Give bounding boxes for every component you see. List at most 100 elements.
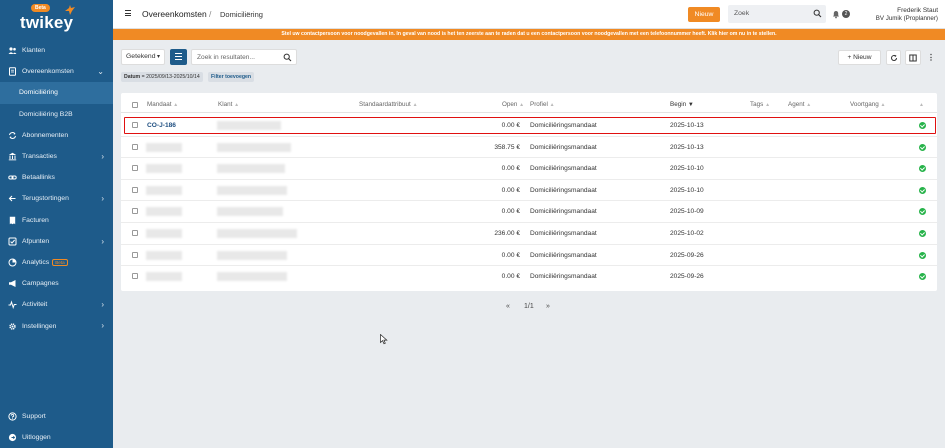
sidebar-item-analytics[interactable]: Analytics Beta xyxy=(0,252,113,273)
row-checkbox[interactable] xyxy=(132,273,138,280)
table-row[interactable]: 0.00 € Domiciliëringsmandaat 2025-09-26 xyxy=(121,266,937,288)
sidebar-item-support[interactable]: Support xyxy=(0,406,113,427)
sidebar-item-transacties[interactable]: Transacties › xyxy=(0,146,113,167)
row-highlight-box xyxy=(124,117,936,134)
customer-name-redacted[interactable] xyxy=(217,185,287,195)
table-row[interactable]: 358.75 € Domiciliëringsmandaat 2025-10-1… xyxy=(121,137,937,159)
twikey-logo[interactable]: Beta twikey xyxy=(20,4,100,36)
mandate-id-redacted[interactable] xyxy=(146,207,182,217)
sidebar-item-activiteit[interactable]: Activiteit › xyxy=(0,294,113,315)
bell-icon[interactable] xyxy=(831,9,841,19)
column-profiel[interactable]: Profiel ▲ xyxy=(530,101,555,108)
refresh-button[interactable] xyxy=(886,50,901,65)
sidebar-item-overeenkomsten[interactable]: Overeenkomsten ⌄ xyxy=(0,61,113,82)
sidebar-item-instellingen[interactable]: Instellingen › xyxy=(0,315,113,336)
sidebar-item-label: Abonnementen xyxy=(22,131,69,139)
mandate-id-redacted[interactable] xyxy=(146,229,182,238)
columns-button[interactable] xyxy=(905,50,921,65)
search-icon[interactable] xyxy=(283,53,292,62)
sidebar-item-betaallinks[interactable]: Betaallinks xyxy=(0,167,113,188)
profile-name: Domiciliëringsmandaat xyxy=(530,251,597,259)
last-page-button[interactable]: » xyxy=(546,303,550,310)
user-organisation[interactable]: BV Jumik (Proplanner) xyxy=(848,15,938,22)
status-select[interactable]: Getekend ▾ xyxy=(121,49,165,65)
table-row[interactable]: 0.00 € Domiciliëringsmandaat 2025-10-10 xyxy=(121,180,937,202)
sidebar-item-domiciliering[interactable]: Domiciliëring xyxy=(0,82,113,104)
row-checkbox[interactable] xyxy=(132,208,138,215)
add-filter-button[interactable]: Filter toevoegen xyxy=(208,72,255,82)
table-row[interactable]: 236.00 € Domiciliëringsmandaat 2025-10-0… xyxy=(121,223,937,245)
results-search-input[interactable]: Zoek in resultaten... xyxy=(191,49,297,65)
emergency-contact-banner[interactable]: Stel uw contactpersoon voor noodgevallen… xyxy=(113,29,945,40)
customer-name-redacted[interactable] xyxy=(217,272,287,282)
profile-name: Domiciliëringsmandaat xyxy=(530,143,597,151)
customer-name-redacted[interactable] xyxy=(217,250,287,260)
select-all-checkbox[interactable] xyxy=(132,102,138,108)
table-header: Mandaat ▲ Klant ▲ Standaardattribuut ▲ O… xyxy=(121,97,937,113)
chart-icon xyxy=(8,258,17,267)
column-standaardattribuut[interactable]: Standaardattribuut ▲ xyxy=(359,101,418,108)
table-row[interactable]: 0.00 € Domiciliëringsmandaat 2025-10-10 xyxy=(121,158,937,180)
column-begin[interactable]: Begin ▼ xyxy=(670,101,694,108)
row-checkbox[interactable] xyxy=(132,143,138,150)
column-status[interactable]: ▲ xyxy=(919,101,924,108)
table-row[interactable]: 0.00 € Domiciliëringsmandaat 2025-09-26 xyxy=(121,245,937,267)
column-agent[interactable]: Agent ▲ xyxy=(788,101,811,108)
sidebar-item-klanten[interactable]: Klanten xyxy=(0,40,113,61)
breadcrumb-overeenkomsten[interactable]: Overeenkomsten xyxy=(142,9,207,19)
customer-name-redacted[interactable] xyxy=(217,229,297,238)
column-label: Open xyxy=(502,101,518,108)
sort-icon: ▲ xyxy=(765,102,771,108)
sidebar-item-label: Afpunten xyxy=(22,237,50,245)
topbar: Overeenkomsten / Domiciliëring Nieuw Zoe… xyxy=(113,0,945,29)
sidebar-item-campagnes[interactable]: Campagnes xyxy=(0,273,113,294)
beta-badge: Beta xyxy=(52,258,68,266)
user-name[interactable]: Frederik Staut xyxy=(858,7,938,14)
refresh-icon xyxy=(890,54,897,61)
sidebar-item-label: Betaallinks xyxy=(22,174,55,182)
date-filter-chip[interactable]: Datum = 2025/09/13-2025/10/14 xyxy=(121,72,203,82)
filter-toggle-button[interactable] xyxy=(170,49,187,65)
mandate-id-redacted[interactable] xyxy=(146,272,182,282)
sidebar-item-terugstortingen[interactable]: Terugstortingen › xyxy=(0,188,113,209)
global-search-input[interactable]: Zoek xyxy=(728,5,826,23)
sidebar-item-domiciliering-b2b[interactable]: Domiciliëring B2B xyxy=(0,104,113,125)
chevron-right-icon: › xyxy=(101,151,104,161)
new-button[interactable]: Nieuw xyxy=(688,7,720,22)
open-amount: 0.00 € xyxy=(501,208,520,216)
profile-name: Domiciliëringsmandaat xyxy=(530,208,597,216)
column-voortgang[interactable]: Voortgang ▲ xyxy=(850,101,885,108)
sidebar-item-uitloggen[interactable]: Uitloggen xyxy=(0,427,113,448)
table-row[interactable]: 0.00 € Domiciliëringsmandaat 2025-10-09 xyxy=(121,201,937,223)
row-checkbox[interactable] xyxy=(132,186,138,193)
sidebar-item-label: Terugstortingen xyxy=(22,195,69,203)
column-open[interactable]: Open ▲ xyxy=(502,101,524,108)
sidebar-item-label: Support xyxy=(22,413,46,421)
column-tags[interactable]: Tags ▲ xyxy=(750,101,770,108)
column-mandaat[interactable]: Mandaat ▲ xyxy=(147,101,178,108)
first-page-button[interactable]: « xyxy=(506,303,510,310)
more-options-button[interactable]: ⋮ xyxy=(925,50,937,65)
sidebar-item-afpunten[interactable]: Afpunten › xyxy=(0,231,113,252)
results-search-placeholder: Zoek in resultaten... xyxy=(197,54,255,61)
sidebar-item-facturen[interactable]: Facturen xyxy=(0,210,113,231)
caret-down-icon: ▾ xyxy=(156,54,160,60)
megaphone-icon xyxy=(9,280,16,288)
row-checkbox[interactable] xyxy=(132,251,138,258)
sidebar-item-abonnementen[interactable]: Abonnementen xyxy=(0,125,113,146)
new-mandate-button[interactable]: + Nieuw xyxy=(838,50,881,65)
customer-name-redacted[interactable] xyxy=(217,142,291,152)
menu-icon[interactable] xyxy=(125,10,131,16)
search-icon[interactable] xyxy=(813,9,822,18)
customer-name-redacted[interactable] xyxy=(217,164,285,174)
row-checkbox[interactable] xyxy=(132,165,138,172)
row-checkbox[interactable] xyxy=(132,230,138,236)
mandate-id-redacted[interactable] xyxy=(146,250,182,260)
status-check-icon xyxy=(919,251,926,259)
mandate-id-redacted[interactable] xyxy=(146,142,182,152)
mandate-id-redacted[interactable] xyxy=(146,185,182,195)
mandate-id-redacted[interactable] xyxy=(146,164,182,174)
sidebar-nav: Klanten Overeenkomsten ⌄ Domiciliëring D… xyxy=(0,40,113,337)
customer-name-redacted[interactable] xyxy=(217,207,283,217)
column-klant[interactable]: Klant ▲ xyxy=(218,101,239,108)
